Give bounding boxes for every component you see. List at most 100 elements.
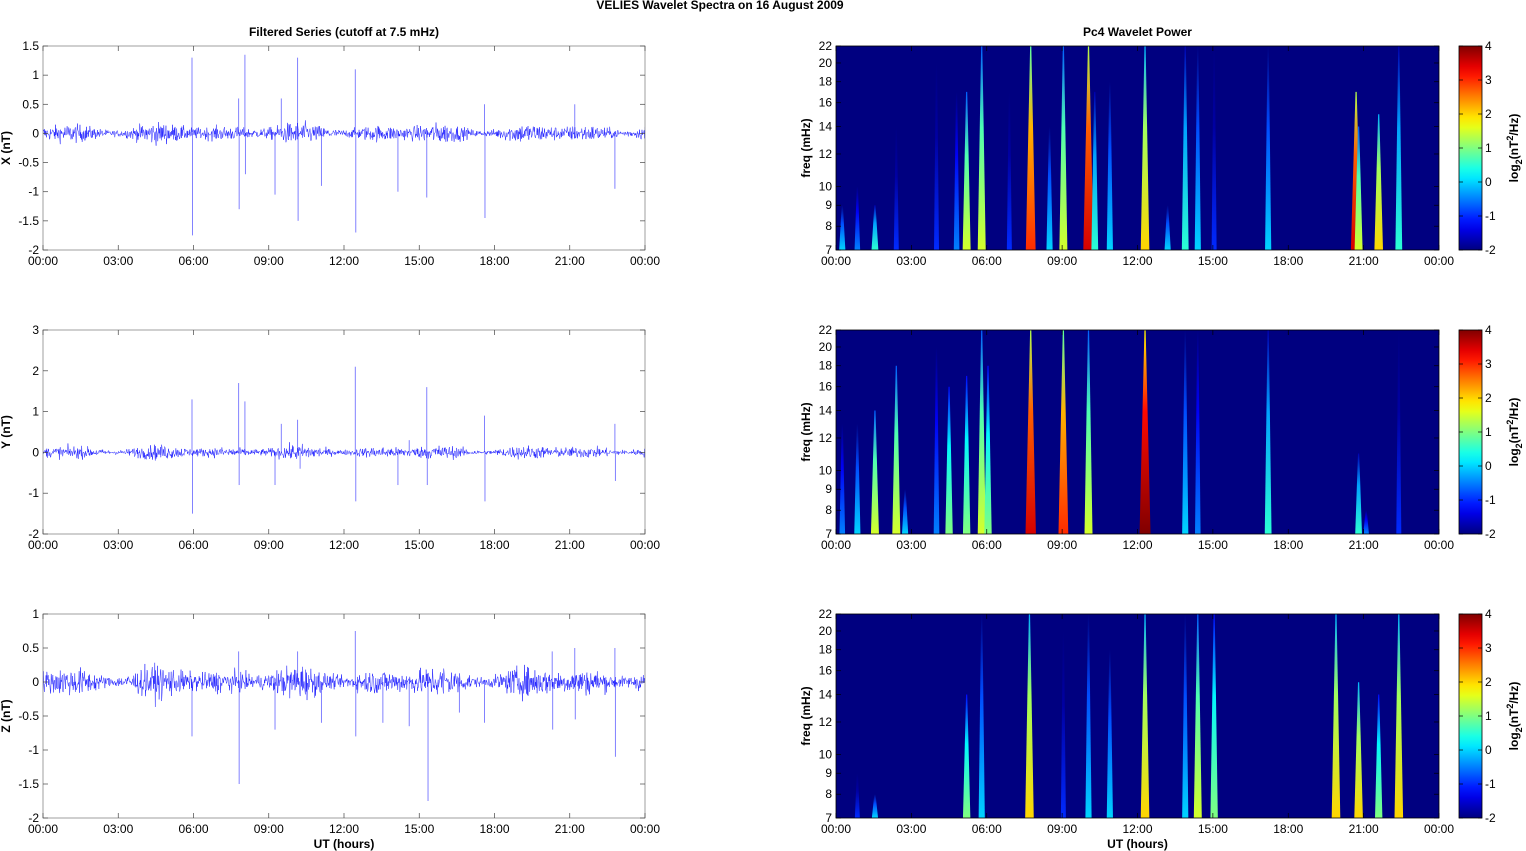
y-tick-label: 12 — [819, 431, 833, 445]
colorbar-tick-label: 4 — [1485, 323, 1492, 337]
x-tick-label: 18:00 — [479, 254, 509, 268]
series-line — [43, 120, 645, 146]
x-tick-label: 12:00 — [329, 254, 359, 268]
x-tick-label: 21:00 — [1349, 254, 1379, 268]
colorbar-tick-label: -1 — [1485, 493, 1496, 507]
x-tick-label: 18:00 — [479, 538, 509, 552]
y-tick-label: 0 — [32, 445, 39, 459]
axes-box — [42, 613, 646, 819]
x-tick-label: 09:00 — [1047, 254, 1077, 268]
colorbar: -2 -1 0 1 2 3 4 log2(nT2/Hz) — [1458, 39, 1524, 257]
y-tick-label: 0 — [32, 675, 39, 689]
colorbar-tick-label: -1 — [1485, 777, 1496, 791]
colorbar-label: log2(nT2/Hz) — [1505, 398, 1524, 467]
x-tick-label: 00:00 — [1424, 822, 1454, 836]
x-tick-label: 15:00 — [404, 254, 434, 268]
y-tick-label: 16 — [819, 664, 833, 678]
x-tick-label: 00:00 — [1424, 538, 1454, 552]
y-tick-label: -1 — [28, 743, 39, 757]
y-tick-label: 18 — [819, 643, 833, 657]
colorbar-tick-label: 1 — [1485, 141, 1492, 155]
x-tick-label: 09:00 — [254, 538, 284, 552]
colorbar-tick-label: -2 — [1485, 527, 1496, 541]
wavelet-panel-3: 00:00 03:00 06:00 09:00 12:00 15:00 18:00 21:00… — [799, 607, 1524, 851]
x-tick-label: 12:00 — [1122, 254, 1152, 268]
x-tick-label: 18:00 — [1273, 538, 1303, 552]
colorbar: -2 -1 0 1 2 3 4 log2(nT2/Hz) — [1458, 607, 1524, 825]
y-tick-label: -1.5 — [18, 214, 39, 228]
y-tick-label: 18 — [819, 359, 833, 373]
y-axis-label: Y (nT) — [0, 415, 13, 449]
series-panel-2: 00:00 03:00 06:00 09:00 12:00 15:00 18:00 21:00… — [0, 323, 660, 552]
y-axis-label: freq (mHz) — [799, 402, 813, 461]
y-tick-label: 12 — [819, 147, 833, 161]
y-tick-label: 0.5 — [22, 97, 39, 111]
x-tick-label: 18:00 — [1273, 254, 1303, 268]
x-tick-label: 15:00 — [404, 538, 434, 552]
x-tick-label: 06:00 — [972, 822, 1002, 836]
colorbar-tick-label: 3 — [1485, 357, 1492, 371]
y-tick-label: 9 — [825, 482, 832, 496]
y-tick-label: 7 — [825, 527, 832, 541]
colorbar-tick-label: -2 — [1485, 243, 1496, 257]
y-tick-label: 1.5 — [22, 39, 39, 53]
y-tick-label: 20 — [819, 340, 833, 354]
y-tick-label: 10 — [819, 463, 833, 477]
x-tick-label: 12:00 — [1122, 538, 1152, 552]
series-line — [43, 662, 645, 707]
y-tick-label: -0.5 — [18, 156, 39, 170]
y-tick-label: 7 — [825, 243, 832, 257]
colorbar-tick-label: -1 — [1485, 209, 1496, 223]
colorbar-tick-label: 0 — [1485, 743, 1492, 757]
colorbar-tick-label: 4 — [1485, 607, 1492, 621]
y-tick-label: -2 — [28, 243, 39, 257]
series-panel-3: 00:00 03:00 06:00 09:00 12:00 15:00 18:00 21:00… — [0, 607, 660, 851]
y-tick-label: 9 — [825, 766, 832, 780]
y-tick-label: 14 — [819, 404, 833, 418]
panel-title: Filtered Series (cutoff at 7.5 mHz) — [249, 25, 439, 39]
colorbar-label: log2(nT2/Hz) — [1505, 682, 1524, 751]
y-tick-label: 10 — [819, 179, 833, 193]
x-tick-label: 12:00 — [329, 538, 359, 552]
x-tick-label: 03:00 — [103, 254, 133, 268]
colorbar-tick-label: 3 — [1485, 641, 1492, 655]
x-tick-label: 21:00 — [555, 538, 585, 552]
series-line — [43, 442, 645, 461]
y-tick-label: 22 — [819, 39, 833, 53]
spectrogram-background — [836, 330, 1439, 534]
y-tick-label: 22 — [819, 323, 833, 337]
y-tick-label: 14 — [819, 688, 833, 702]
spectrogram-background — [836, 46, 1439, 250]
figure: VELIES Wavelet Spectra on 16 August 2009… — [0, 0, 1524, 851]
y-tick-label: 16 — [819, 380, 833, 394]
y-axis-label: freq (mHz) — [799, 118, 813, 177]
x-tick-label: 09:00 — [254, 254, 284, 268]
y-tick-label: -2 — [28, 527, 39, 541]
x-tick-label: 03:00 — [103, 822, 133, 836]
x-tick-label: 18:00 — [479, 822, 509, 836]
colorbar-tick-label: -2 — [1485, 811, 1496, 825]
x-tick-label: 06:00 — [972, 254, 1002, 268]
x-tick-label: 03:00 — [896, 254, 926, 268]
x-tick-label: 03:00 — [896, 822, 926, 836]
y-tick-label: -1 — [28, 486, 39, 500]
colorbar-tick-label: 0 — [1485, 459, 1492, 473]
x-axis-label: UT (hours) — [314, 837, 375, 851]
panel-title: Pc4 Wavelet Power — [1083, 25, 1192, 39]
y-tick-label: 0 — [32, 126, 39, 140]
x-tick-label: 00:00 — [630, 254, 660, 268]
x-tick-label: 03:00 — [103, 538, 133, 552]
y-tick-label: -1.5 — [18, 777, 39, 791]
x-tick-label: 15:00 — [404, 822, 434, 836]
y-axis-label: Z (nT) — [0, 699, 13, 732]
colorbar-tick-label: 4 — [1485, 39, 1492, 53]
y-tick-label: 16 — [819, 96, 833, 110]
y-tick-label: -0.5 — [18, 709, 39, 723]
x-tick-label: 09:00 — [1047, 538, 1077, 552]
x-tick-label: 00:00 — [630, 822, 660, 836]
x-tick-label: 15:00 — [1198, 822, 1228, 836]
colorbar-tick-label: 1 — [1485, 709, 1492, 723]
x-tick-label: 21:00 — [555, 822, 585, 836]
colorbar-tick-label: 2 — [1485, 107, 1492, 121]
x-tick-label: 06:00 — [178, 822, 208, 836]
